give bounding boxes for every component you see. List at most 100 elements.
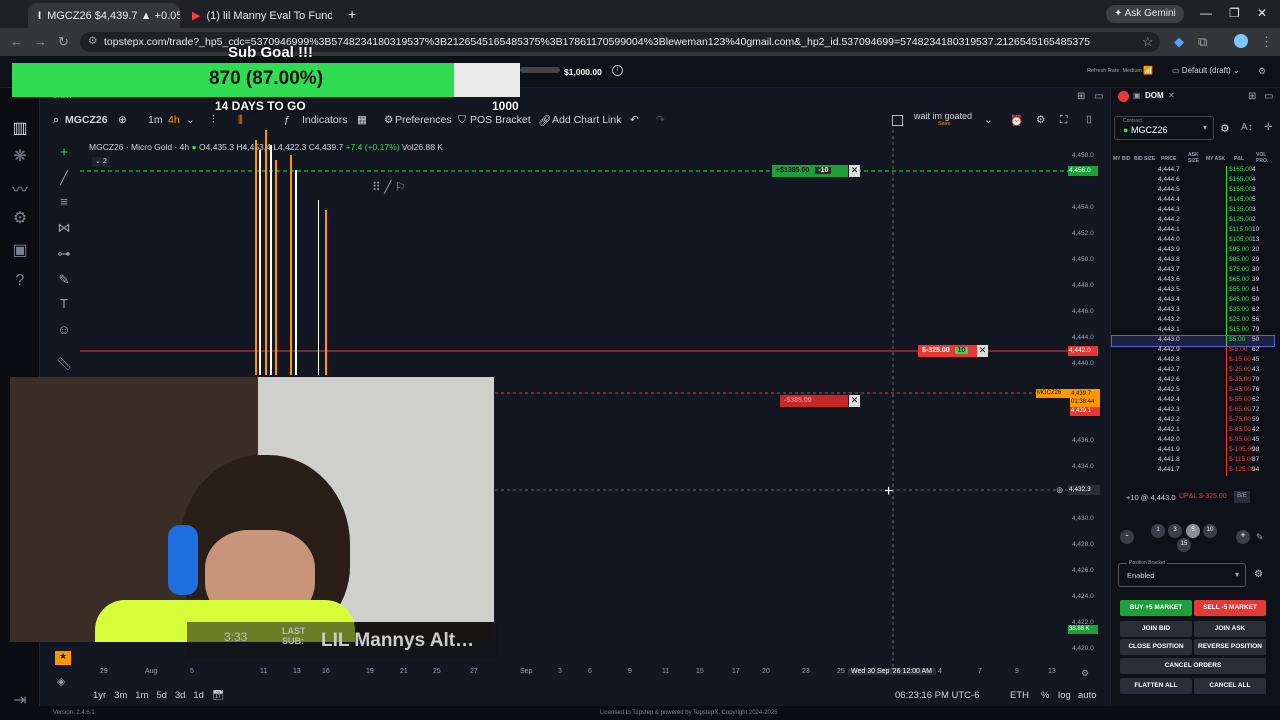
dom-row[interactable]: 4,443.0 $5.00 50 bbox=[1111, 335, 1275, 347]
extensions-puzzle-icon[interactable]: ⧉ bbox=[1198, 34, 1207, 50]
buy-market-button[interactable]: BUY +5 MARKET bbox=[1120, 600, 1192, 616]
symbol-search[interactable]: MGCZ26 bbox=[65, 114, 108, 126]
qty-minus-button[interactable]: - bbox=[1120, 530, 1134, 544]
range-3d[interactable]: 3d bbox=[175, 690, 186, 701]
qty-plus-button[interactable]: + bbox=[1236, 530, 1250, 544]
dom-settings-icon[interactable]: ⚙ bbox=[1220, 122, 1230, 135]
dom-row[interactable]: 4,442.2 $-75.00 59 bbox=[1112, 416, 1274, 426]
search-icon[interactable]: ⌕ bbox=[53, 114, 59, 127]
qty-3-button[interactable]: 3 bbox=[1168, 524, 1182, 538]
panel-window-icon[interactable]: ▭ bbox=[1094, 91, 1103, 102]
favorites-star-icon[interactable]: ★ bbox=[55, 651, 71, 665]
candles-icon[interactable]: ⫼ bbox=[238, 114, 243, 127]
layout-checkbox[interactable] bbox=[892, 115, 903, 126]
clock[interactable]: 06:23:16 PM UTC-6 bbox=[895, 690, 979, 701]
preferences-icon[interactable]: ⚙ bbox=[384, 114, 393, 126]
dom-row[interactable]: 4,444.0 $105.00 13 bbox=[1112, 236, 1274, 246]
sl-cancel-icon[interactable]: ✕ bbox=[977, 345, 988, 357]
dom-row[interactable]: 4,441.9 $-105.00 98 bbox=[1112, 446, 1274, 456]
pattern-icon[interactable]: ⋈ bbox=[55, 220, 73, 238]
tab-inactive[interactable]: ▶ (1) lil Manny Eval To Funded LI… ✕ bbox=[182, 3, 332, 28]
gear-icon[interactable]: ⚙ bbox=[8, 208, 32, 230]
indicators-button[interactable]: Indicators bbox=[302, 114, 348, 126]
shield-icon[interactable]: ⛉ bbox=[458, 114, 466, 127]
dom-row[interactable]: 4,442.5 $-45.00 76 bbox=[1112, 386, 1274, 396]
add-alert-icon[interactable]: ⊕ bbox=[1056, 485, 1064, 496]
chevron-down-icon[interactable]: ⌄ bbox=[186, 114, 195, 126]
cancel-all-button[interactable]: CANCEL ALL bbox=[1194, 678, 1266, 694]
chevron-down-icon[interactable]: ⌄ bbox=[984, 114, 993, 126]
compare-icon[interactable]: ⊕ bbox=[118, 114, 127, 126]
reload-icon[interactable]: ↻ bbox=[58, 34, 69, 50]
dom-row[interactable]: 4,443.7 $75.00 30 bbox=[1112, 266, 1274, 276]
analytics-icon[interactable]: 〰 bbox=[8, 176, 32, 199]
auto-toggle[interactable]: auto bbox=[1078, 690, 1097, 701]
flatten-all-button[interactable]: FLATTEN ALL bbox=[1120, 678, 1192, 694]
ask-gemini-button[interactable]: ✦ Ask Gemini bbox=[1106, 5, 1184, 23]
crosshair-icon[interactable]: + bbox=[55, 144, 73, 162]
dom-row[interactable]: 4,443.8 $85.00 29 bbox=[1112, 256, 1274, 266]
edit-icon[interactable]: ✎ bbox=[1256, 532, 1264, 543]
templates-icon[interactable]: ▦ bbox=[357, 114, 367, 126]
dom-row[interactable]: 4,442.6 $-35.00 70 bbox=[1112, 376, 1274, 386]
emoji-icon[interactable]: ☺ bbox=[55, 322, 73, 340]
undo-icon[interactable]: ↶ bbox=[630, 114, 639, 126]
community-icon[interactable]: ❋ bbox=[8, 146, 32, 168]
extension-icon[interactable]: ◆ bbox=[1174, 34, 1184, 50]
dom-row[interactable]: 4,441.8 $-115.00 87 bbox=[1112, 456, 1274, 466]
session-toggle[interactable]: ETH bbox=[1010, 690, 1029, 701]
dom-row[interactable]: 4,442.8 $-15.00 45 bbox=[1112, 356, 1274, 366]
dom-row[interactable]: 4,442.0 $-95.00 45 bbox=[1112, 436, 1274, 446]
stop-loss-order[interactable]: $-325.00 10 bbox=[918, 345, 978, 357]
range-1d[interactable]: 1d bbox=[193, 690, 204, 701]
menu-dots-icon[interactable]: ⋮ bbox=[1260, 34, 1273, 50]
maximize-icon[interactable]: ❐ bbox=[1229, 6, 1240, 20]
settings-icon[interactable]: ⚙ bbox=[1258, 66, 1266, 77]
panel-window-icon[interactable]: ▭ bbox=[1264, 91, 1273, 102]
dom-row[interactable]: 4,444.6 $165.00 4 bbox=[1112, 176, 1274, 186]
percent-toggle[interactable]: % bbox=[1041, 690, 1049, 701]
fib-icon[interactable]: ≡ bbox=[55, 194, 73, 212]
forward-icon[interactable]: → bbox=[34, 34, 47, 49]
redo-icon[interactable]: ↷ bbox=[656, 114, 665, 126]
add-panel-icon[interactable]: ⊞ bbox=[1077, 91, 1085, 102]
breakeven-button[interactable]: B/E bbox=[1234, 491, 1250, 503]
center-icon[interactable]: ✛ bbox=[1264, 122, 1272, 133]
bookmark-star-icon[interactable]: ☆ bbox=[1142, 34, 1154, 50]
tv-icon[interactable]: ▣ bbox=[8, 240, 32, 262]
site-info-icon[interactable]: ⚙ bbox=[88, 35, 97, 47]
take-profit-order[interactable]: +$1385.00 -10 bbox=[772, 165, 848, 177]
dashboard-icon[interactable]: ▥ bbox=[8, 118, 32, 140]
contract-select[interactable]: Contract ● MGCZ26 ▾ bbox=[1114, 116, 1214, 140]
pending-order[interactable]: -$385.00 bbox=[780, 395, 848, 407]
position-bracket-select[interactable]: Position Bracket Enabled ▾ bbox=[1118, 560, 1246, 587]
alert-icon[interactable]: ⏰ bbox=[1010, 114, 1023, 127]
qty-5-button[interactable]: 5 bbox=[1186, 524, 1200, 538]
cancel-orders-button[interactable]: CANCEL ORDERS bbox=[1120, 658, 1266, 674]
link-icon[interactable]: 🔗︎ bbox=[538, 114, 551, 127]
dom-row[interactable]: 4,444.2 $125.00 2 bbox=[1112, 216, 1274, 226]
qty-1-button[interactable]: 1 bbox=[1151, 524, 1165, 538]
dom-row[interactable]: 4,442.7 $-25.00 43 bbox=[1112, 366, 1274, 376]
qty-10-button[interactable]: 10 bbox=[1203, 524, 1217, 538]
text-icon[interactable]: T bbox=[55, 296, 73, 314]
dom-row[interactable]: 4,441.7 $-125.00 94 bbox=[1112, 466, 1274, 476]
close-position-button[interactable]: CLOSE POSITION bbox=[1120, 639, 1192, 655]
indicators-icon[interactable]: ƒ bbox=[284, 114, 290, 126]
drawing-toolbar[interactable]: ⠿ ╱ ⚐ bbox=[372, 180, 405, 194]
dom-row[interactable]: 4,443.6 $65.00 39 bbox=[1112, 276, 1274, 286]
join-ask-button[interactable]: JOIN ASK bbox=[1194, 621, 1266, 637]
goto-date-icon[interactable]: 📅︎ bbox=[212, 690, 224, 701]
dom-row[interactable]: 4,442.9 $-5.00 62 bbox=[1112, 346, 1274, 356]
pending-cancel-icon[interactable]: ✕ bbox=[849, 395, 860, 407]
help-icon[interactable]: ? bbox=[8, 272, 32, 294]
window-close-icon[interactable]: ✕ bbox=[1257, 6, 1267, 20]
pos-bracket-button[interactable]: POS Bracket bbox=[470, 114, 531, 126]
range-1yr[interactable]: 1yr bbox=[93, 690, 106, 701]
interval-1m[interactable]: 1m bbox=[148, 114, 163, 126]
dom-row[interactable]: 4,444.5 $155.00 3 bbox=[1112, 186, 1274, 196]
layout-select[interactable]: ▭ Default (draft) ⌄ bbox=[1172, 66, 1240, 75]
tp-cancel-icon[interactable]: ✕ bbox=[849, 165, 860, 177]
dom-row[interactable]: 4,443.2 $25.00 56 bbox=[1112, 316, 1274, 326]
dom-row[interactable]: 4,442.1 $-85.00 42 bbox=[1112, 426, 1274, 436]
